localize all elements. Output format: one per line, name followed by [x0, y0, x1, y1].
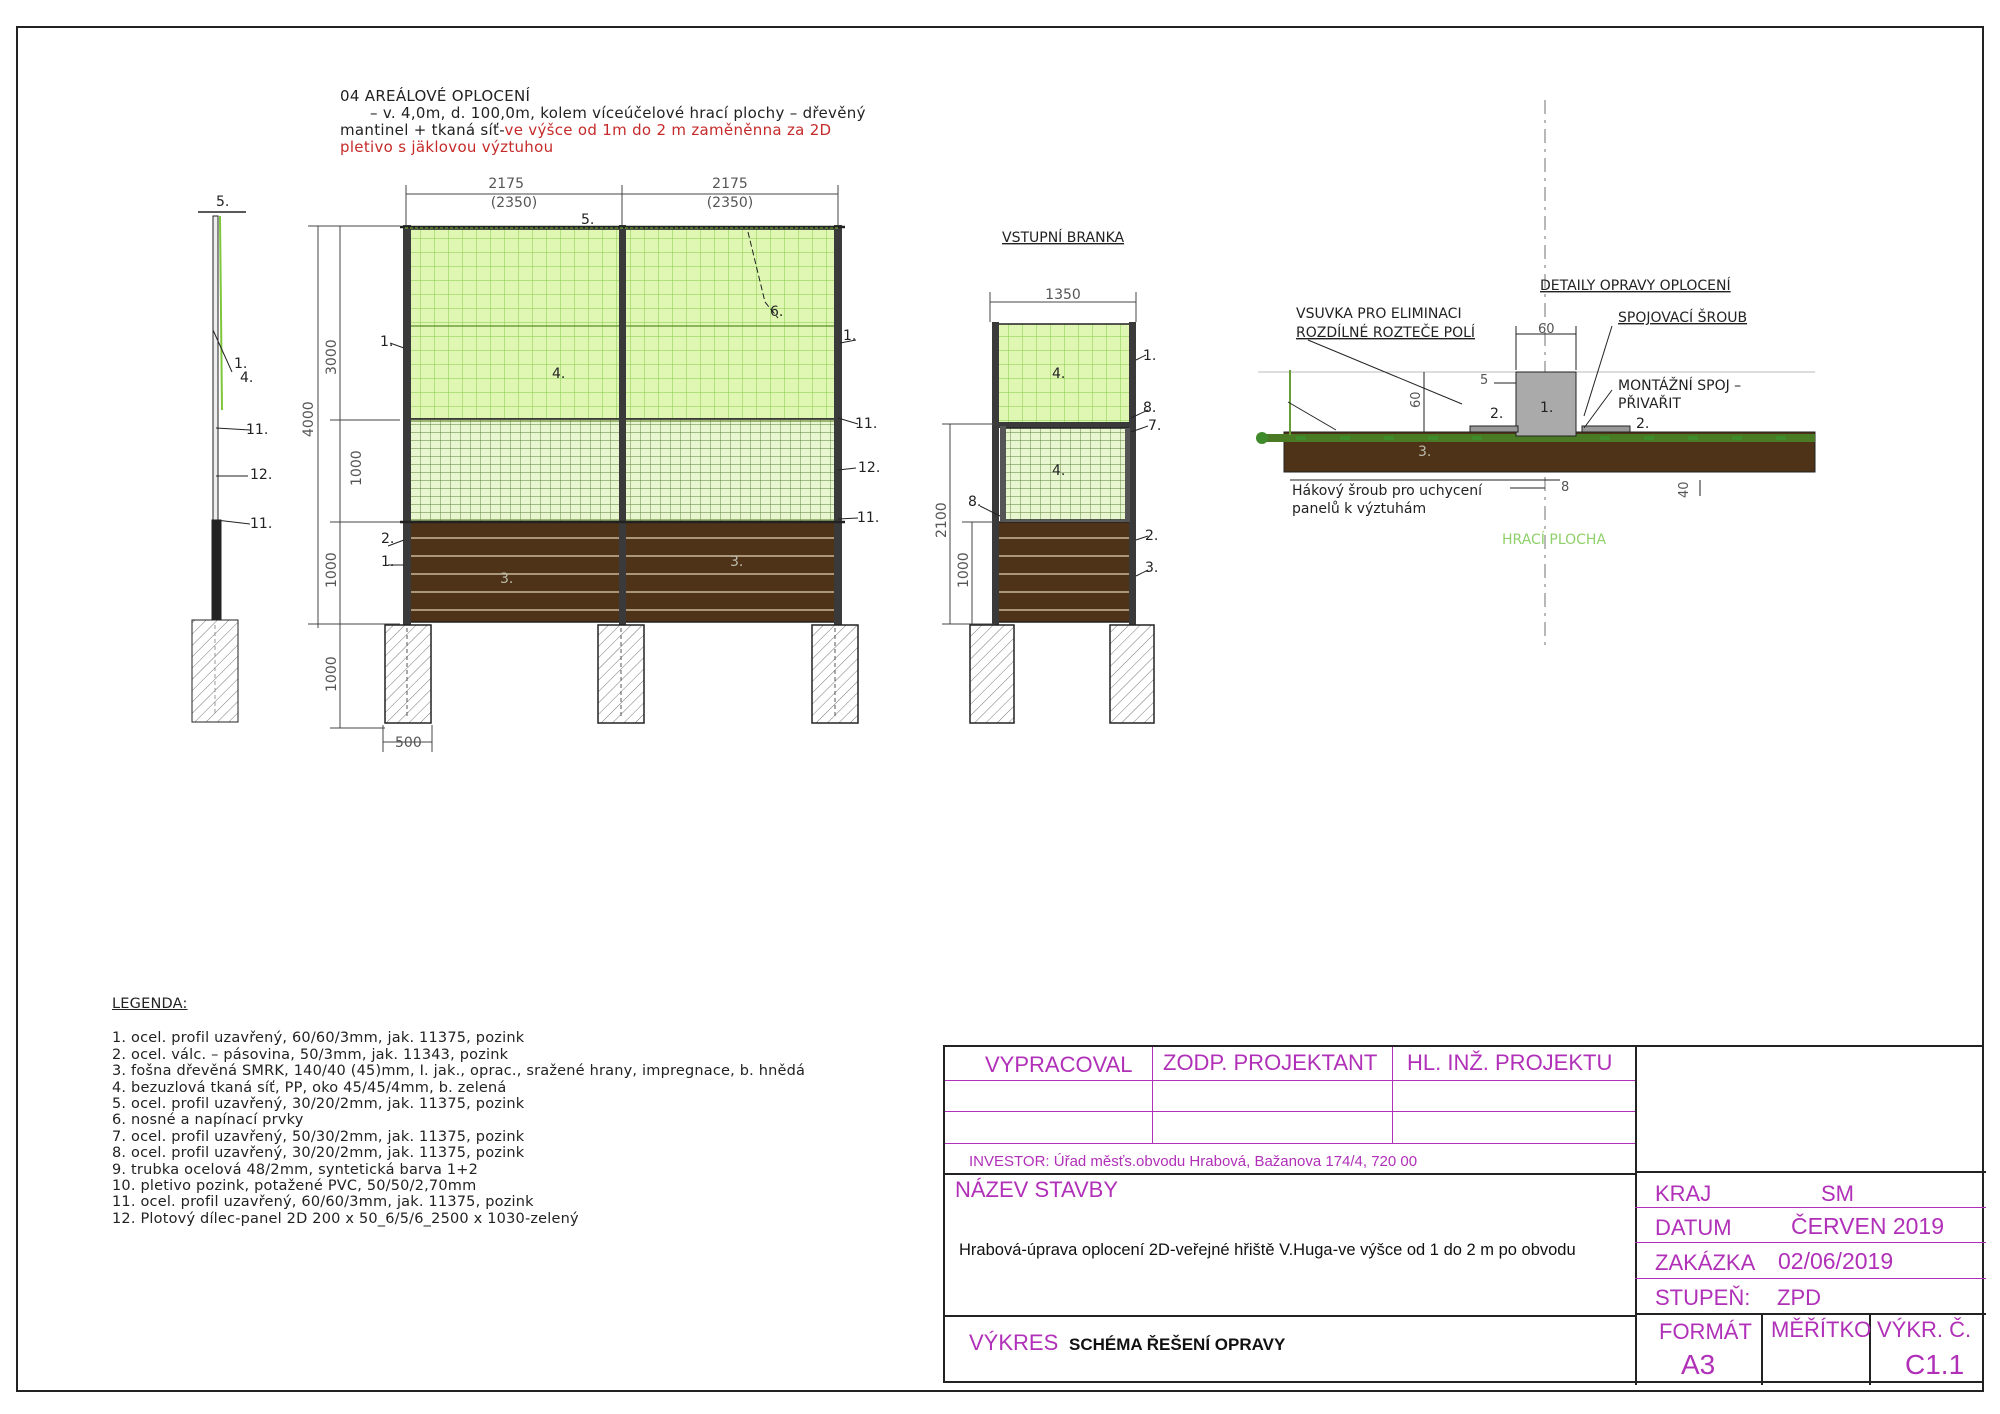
label-datum: DATUM: [1655, 1215, 1732, 1240]
detail-screw: SPOJOVACÍ ŠROUB: [1618, 308, 1747, 326]
vykres-value: SCHÉMA ŘEŠENÍ OPRAVY: [1069, 1335, 1286, 1354]
legend-item: 9. trubka ocelová 48/2mm, syntetická bar…: [112, 1161, 479, 1178]
label-boards-right: 3.: [730, 554, 743, 570]
kraj-value: SM: [1821, 1181, 1854, 1206]
detail-label-3: 3.: [1418, 444, 1431, 460]
datum-value: ČERVEN 2019: [1791, 1213, 1944, 1239]
detail-label-2b: 2.: [1636, 416, 1649, 432]
detail-vsuvka-1: VSUVKA PRO ELIMINACI: [1296, 306, 1462, 322]
detail-title: DETAILY OPRAVY OPLOCENÍ: [1540, 277, 1731, 294]
gate-elevation: [969, 322, 1155, 724]
gate-label-strip: 2.: [1145, 528, 1158, 544]
detail-dim-8: 8: [1561, 480, 1569, 495]
label-meritko: MĚŘÍTKO: [1771, 1317, 1872, 1342]
gate-title: VSTUPNÍ BRANKA: [1002, 229, 1125, 246]
detail-dim-40: 40: [1677, 481, 1692, 498]
gate-label-frame8-left: 8.: [968, 494, 981, 510]
legend: LEGENDA: 1. ocel. profil uzavřený, 60/60…: [112, 996, 805, 1227]
dim-top-left-sub: (2350): [491, 195, 538, 211]
label-zakazka: ZAKÁZKA: [1655, 1250, 1756, 1275]
label-nazev-stavby: NÁZEV STAVBY: [955, 1177, 1119, 1202]
label-boards-left: 3.: [500, 571, 513, 587]
legend-item: 3. fošna dřevěná SMRK, 140/40 (45)mm, I.…: [112, 1063, 806, 1080]
gate-dim-2100: 2100: [934, 502, 950, 538]
label-rail: 11.: [855, 416, 877, 432]
legend-item: 10. pletivo pozink, potažené PVC, 50/50/…: [112, 1178, 477, 1195]
side-label-rail: 11.: [246, 422, 268, 438]
detail-label-1: 1.: [1540, 400, 1553, 416]
gate-dim-1000: 1000: [956, 552, 972, 588]
main-fence: [384, 225, 859, 724]
title-block: VYPRACOVAL ZODP. PROJEKTANT HL. INŽ. PRO…: [943, 1045, 1986, 1385]
side-view-labels: 5. 1. 4. 11. 12. 11.: [216, 194, 272, 532]
gate-label-net-gate: 4.: [1052, 463, 1065, 479]
detail-dim-60-side: 60: [1409, 391, 1424, 408]
gate-dim-width: 1350: [1045, 287, 1081, 303]
detail-area: HRACÍ PLOCHA: [1502, 531, 1606, 548]
legend-item: 5. ocel. profil uzavřený, 30/20/2mm, jak…: [112, 1096, 525, 1113]
dim-1000-panel: 1000: [349, 450, 365, 486]
label-zodp-projektant: ZODP. PROJEKTANT: [1163, 1050, 1378, 1075]
label-post-right: 1.: [843, 328, 856, 344]
label-panel: 12.: [858, 460, 880, 476]
gate-label-frame7: 7.: [1148, 418, 1161, 434]
legend-item: 7. ocel. profil uzavřený, 50/30/2mm, jak…: [112, 1128, 525, 1145]
legend-title: LEGENDA:: [112, 996, 188, 1012]
dim-1000-boards: 1000: [324, 552, 340, 588]
stupen-value: ZPD: [1777, 1285, 1821, 1310]
side-label-panel: 12.: [250, 467, 272, 483]
detail-vsuvka-2: ROZDÍLNÉ ROZTEČE POLÍ: [1296, 323, 1475, 341]
label-rail-2: 11.: [857, 510, 879, 526]
dim-4000: 4000: [301, 401, 317, 437]
label-hl-inz: HL. INŽ. PROJEKTU: [1407, 1050, 1613, 1075]
detail-dim-5: 5: [1480, 373, 1488, 388]
legend-item: 1. ocel. profil uzavřený, 60/60/3mm, jak…: [112, 1030, 525, 1047]
legend-item: 2. ocel. válc. – pásovina, 50/3mm, jak. …: [112, 1046, 509, 1063]
label-top-profile: 5.: [581, 212, 594, 228]
label-net: 4.: [552, 366, 565, 382]
gate-label-post: 1.: [1143, 348, 1156, 364]
label-format: FORMÁT: [1659, 1319, 1752, 1344]
legend-item: 6. nosné a napínací prvky: [112, 1112, 304, 1129]
label-vykres: VÝKRES: [969, 1330, 1059, 1355]
dim-top-left: 2175: [488, 176, 524, 192]
detail-mont-1: MONTÁŽNÍ SPOJ –: [1618, 376, 1741, 394]
label-strip-left: 2.: [381, 531, 394, 547]
gate-label-boards: 3.: [1145, 560, 1158, 576]
label-vykr-c: VÝKR. Č.: [1877, 1317, 1972, 1342]
legend-item: 11. ocel. profil uzavřený, 60/60/3mm, ja…: [112, 1194, 534, 1211]
detail-hook-2: panelů k výztuhám: [1292, 501, 1426, 517]
dim-top-right: 2175: [712, 176, 748, 192]
dim-top-right-sub: (2350): [707, 195, 754, 211]
side-label-top: 5.: [216, 194, 229, 210]
zakazka-value: 02/06/2019: [1778, 1248, 1894, 1274]
label-post-left-2: 1.: [381, 554, 394, 570]
side-label-net: 4.: [240, 370, 253, 386]
dim-500: 500: [395, 735, 422, 751]
gate-label-net-top: 4.: [1052, 366, 1065, 382]
nazev-stavby-value: Hrabová-úprava oplocení 2D-veřejné hřišt…: [959, 1241, 1576, 1259]
vykr-c-value: C1.1: [1905, 1349, 1965, 1380]
detail-mont-2: PŘIVAŘIT: [1618, 395, 1681, 412]
detail-label-2a: 2.: [1490, 406, 1503, 422]
repair-detail: [1256, 100, 1816, 650]
label-tension: 6.: [770, 304, 783, 320]
dim-3000: 3000: [324, 339, 340, 375]
legend-item: 4. bezuzlová tkaná síť, PP, oko 45/45/4m…: [112, 1079, 507, 1096]
label-stupen: STUPEŇ:: [1655, 1285, 1751, 1310]
label-post-left: 1.: [380, 334, 393, 350]
side-view: [191, 211, 251, 723]
label-kraj: KRAJ: [1655, 1181, 1712, 1206]
detail-hook-1: Hákový šroub pro uchycení: [1292, 483, 1483, 499]
dim-1000-footing: 1000: [324, 656, 340, 692]
detail-dim-60-top: 60: [1538, 322, 1555, 337]
investor-line: INVESTOR: Úřad měsťs.obvodu Hrabová, Baž…: [969, 1153, 1418, 1170]
side-label-rail2: 11.: [250, 516, 272, 532]
format-value: A3: [1681, 1349, 1716, 1380]
gate-label-frame8: 8.: [1143, 400, 1156, 416]
label-vypracoval: VYPRACOVAL: [985, 1052, 1133, 1077]
legend-item: 12. Plotový dílec-panel 2D 200 x 50_6/5/…: [112, 1210, 579, 1227]
legend-item: 8. ocel. profil uzavřený, 30/20/2mm, jak…: [112, 1145, 525, 1162]
